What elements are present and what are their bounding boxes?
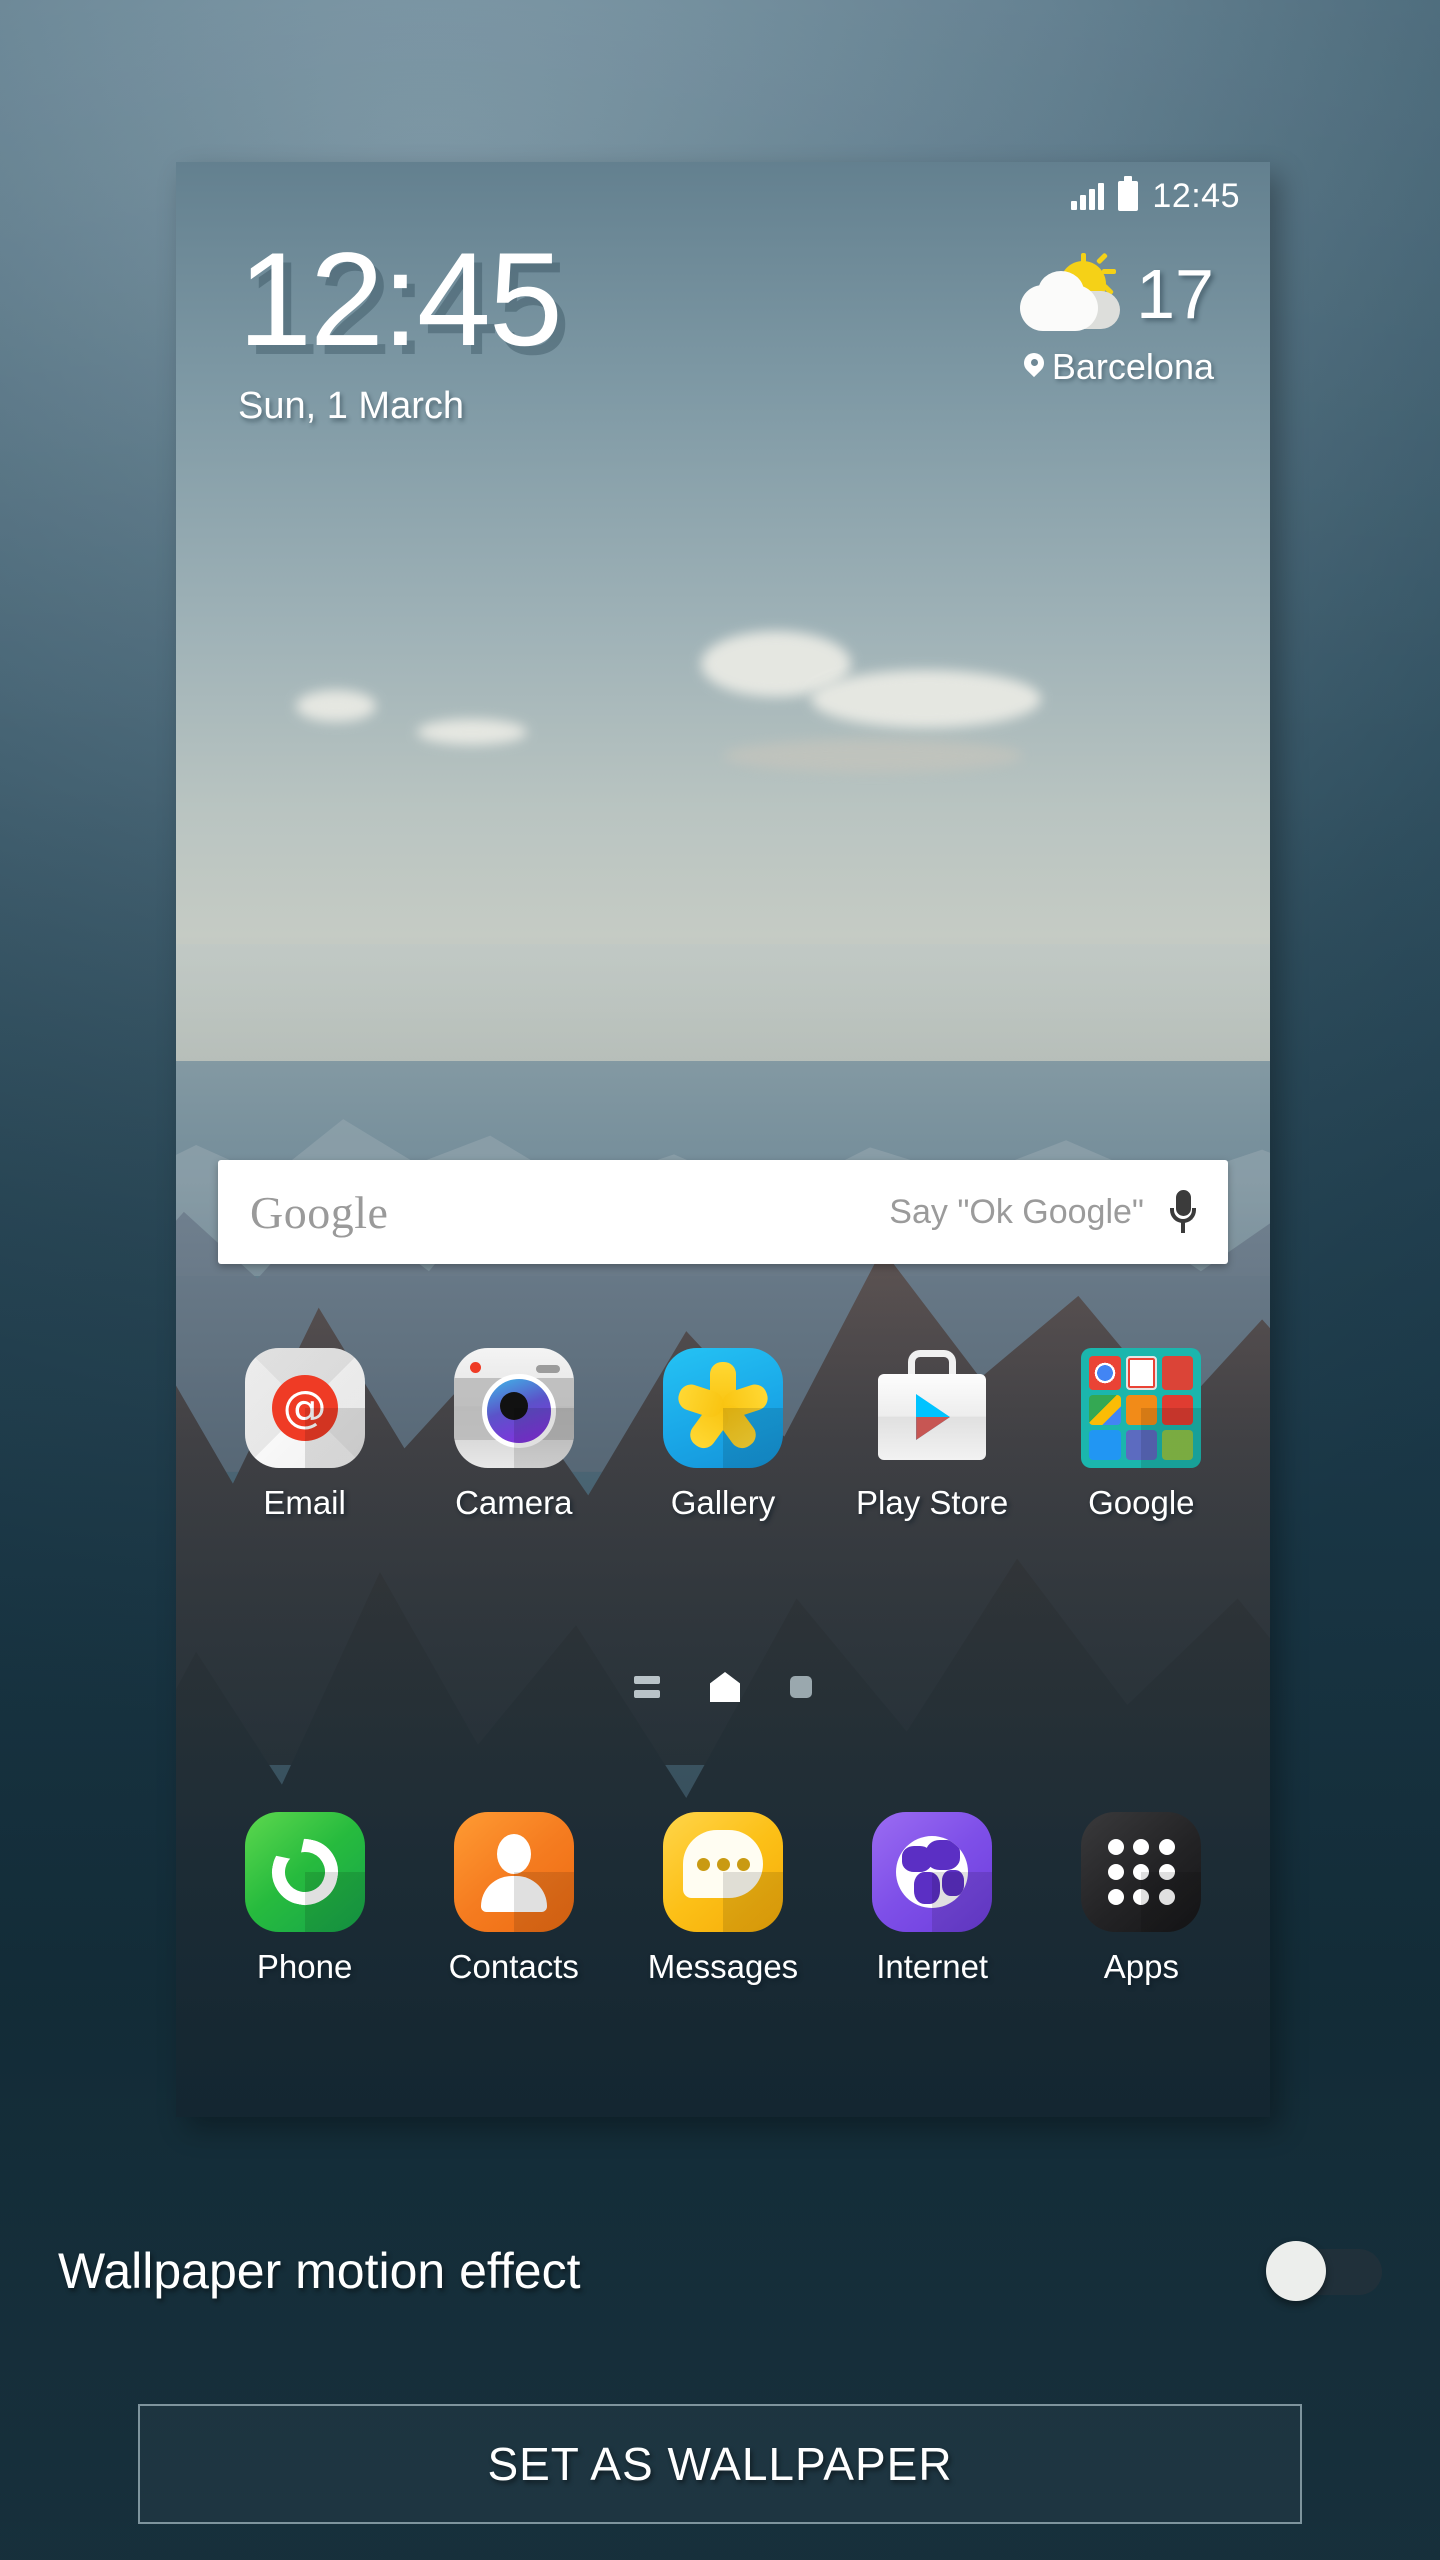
app-play-store[interactable]: Play Store [847,1348,1017,1522]
play-movies-icon [1162,1395,1194,1425]
app-internet[interactable]: Internet [847,1812,1017,1986]
play-games-icon [1162,1430,1194,1460]
phone-icon [244,1812,365,1932]
chrome-icon [1089,1356,1121,1390]
play-store-icon [872,1348,992,1468]
gallery-icon [662,1348,783,1468]
app-label: Messages [647,1948,799,1985]
clock-widget[interactable]: 12:45 Sun, 1 March [238,226,563,428]
app-email[interactable]: @ Email [220,1348,390,1522]
extra-page-icon[interactable] [790,1676,812,1698]
app-phone[interactable]: Phone [220,1812,390,1986]
home-screen-app-row: @ Email Camera Gallery Play Store Google [176,1348,1270,1522]
app-google-folder[interactable]: Google [1056,1348,1226,1522]
clock-time: 12:45 [238,226,563,374]
microphone-icon[interactable] [1170,1190,1196,1234]
wallpaper-preview-panel[interactable]: 12:45 12:45 Sun, 1 March 17 Barcelona Go… [176,162,1270,2117]
signal-bars-icon [1071,182,1105,210]
set-as-wallpaper-button[interactable]: SET AS WALLPAPER [138,2404,1302,2524]
play-books-icon [1089,1430,1121,1460]
app-label: Google [1088,1484,1195,1521]
app-camera[interactable]: Camera [429,1348,599,1522]
app-label: Apps [1103,1948,1179,1985]
camera-icon [453,1348,574,1468]
play-music-icon [1125,1395,1157,1425]
battery-icon [1118,176,1139,211]
app-label: Camera [455,1484,573,1521]
app-contacts[interactable]: Contacts [429,1812,599,1986]
set-as-wallpaper-label: SET AS WALLPAPER [487,2438,953,2490]
weather-widget[interactable]: 17 Barcelona [1018,252,1214,388]
app-label: Play Store [856,1484,1009,1521]
app-apps-drawer[interactable]: Apps [1056,1812,1226,1986]
google-search-bar[interactable]: Google Say "Ok Google" [218,1160,1228,1264]
email-icon: @ [244,1348,365,1468]
weather-temperature: 17 [1136,255,1214,333]
google-logo: Google [250,1186,389,1238]
app-label: Gallery [670,1484,776,1521]
app-label: Email [263,1484,346,1521]
weather-location: Barcelona [1051,346,1214,387]
home-page-icon[interactable] [710,1672,740,1702]
app-label: Contacts [448,1948,579,1985]
motion-effect-label: Wallpaper motion effect [58,2243,581,2299]
app-messages[interactable]: Messages [638,1812,808,1986]
app-label: Phone [256,1948,353,1985]
page-indicators [176,1672,1270,1702]
ok-google-hint: Say "Ok Google" [889,1192,1144,1231]
google-folder-icon [1081,1348,1202,1468]
app-label: Internet [876,1948,989,1985]
internet-icon [872,1812,993,1932]
google-plus-icon [1162,1356,1194,1390]
apps-grid-icon [1081,1812,1202,1932]
wallpaper-motion-effect-row[interactable]: Wallpaper motion effect [0,2196,1440,2346]
app-gallery[interactable]: Gallery [638,1348,808,1522]
maps-icon [1089,1395,1121,1425]
clock-date: Sun, 1 March [238,385,464,427]
briefing-page-icon[interactable] [634,1676,660,1698]
status-bar-clock: 12:45 [1152,176,1240,215]
motion-effect-toggle[interactable] [1266,2241,1382,2301]
gmail-icon [1125,1356,1157,1390]
contacts-icon [453,1812,574,1932]
messages-icon [662,1812,783,1932]
toggle-knob [1266,2241,1326,2301]
status-bar: 12:45 [176,162,1270,230]
news-icon [1125,1430,1157,1460]
location-pin-icon [1024,353,1044,381]
partly-cloudy-icon [1018,252,1126,331]
home-screen-dock: Phone Contacts Messages Internet Apps [176,1812,1270,1986]
